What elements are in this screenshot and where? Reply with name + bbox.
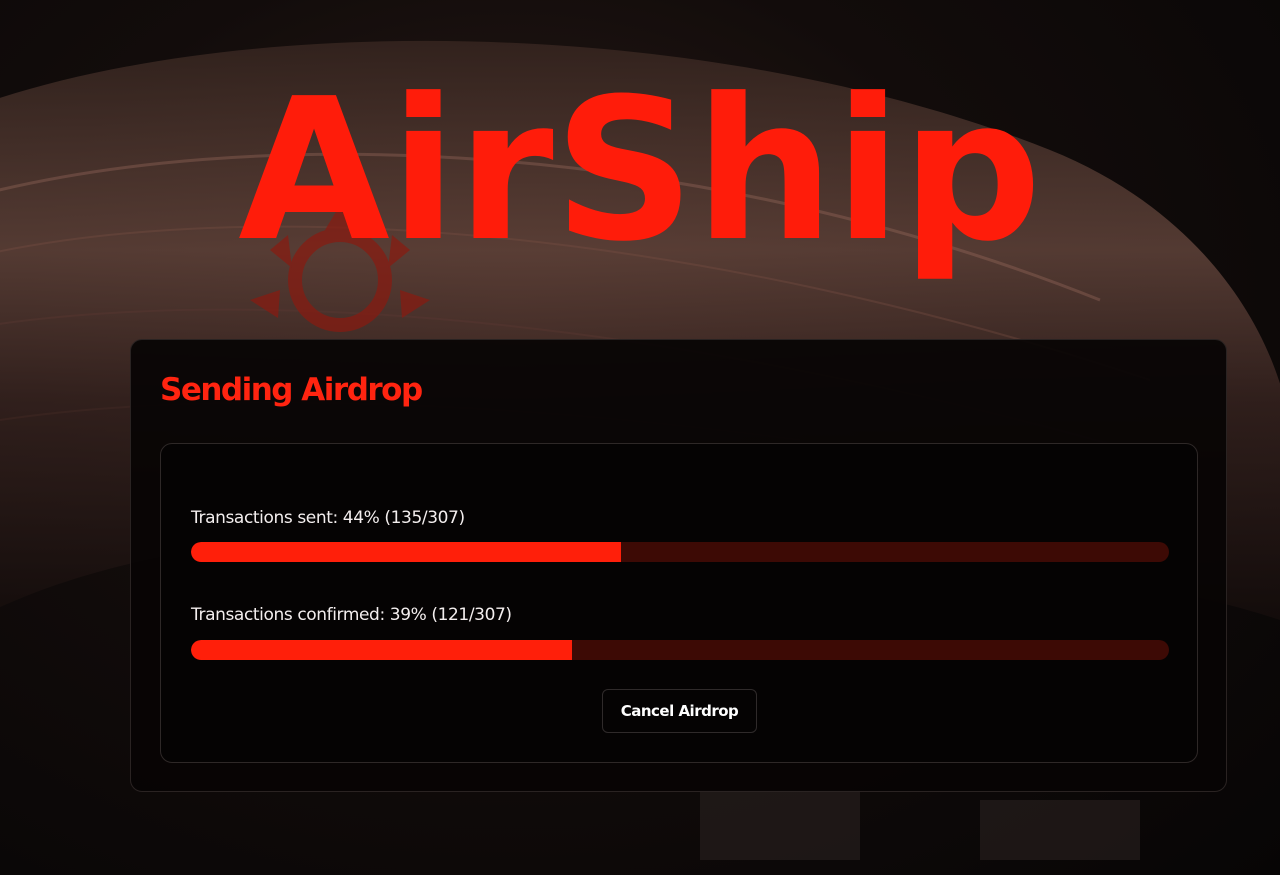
transactions-sent-progress-fill — [191, 542, 622, 562]
progress-card: Transactions sent: 44% (135/307) Transac… — [160, 443, 1198, 763]
airdrop-panel: Sending Airdrop Transactions sent: 44% (… — [130, 339, 1227, 792]
brand-title: AirShip — [238, 57, 1042, 285]
cancel-airdrop-button[interactable]: Cancel Airdrop — [602, 689, 757, 733]
transactions-sent-label: Transactions sent: 44% (135/307) — [191, 508, 465, 528]
transactions-sent-progress-bar — [191, 542, 1169, 562]
panel-title: Sending Airdrop — [160, 372, 423, 408]
app-background: AirShip Sending Airdrop Transactions sen… — [0, 0, 1280, 875]
transactions-confirmed-progress-bar — [191, 640, 1169, 660]
transactions-confirmed-label: Transactions confirmed: 39% (121/307) — [191, 605, 512, 625]
transactions-confirmed-progress-fill — [191, 640, 573, 660]
